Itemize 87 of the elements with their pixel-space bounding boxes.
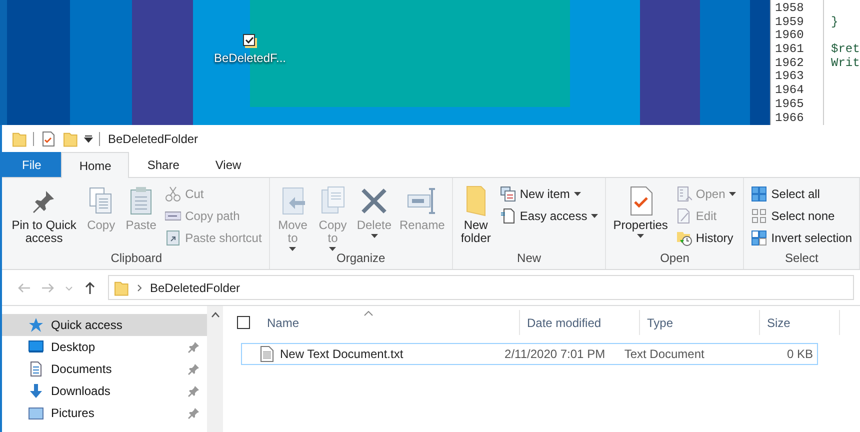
ribbon-button[interactable]: Easy access [496,205,602,227]
nav-item[interactable]: Downloads [2,380,207,402]
line-number: 1960 [775,29,805,44]
group-label: Organize [335,251,386,267]
code-line: $ret [831,43,860,57]
group-label: Select [784,251,820,267]
caret-icon [289,247,296,251]
group-label: New [516,251,542,267]
select-none-icon [751,208,768,224]
sort-caret-icon [364,311,373,316]
document-icon [500,208,516,224]
properties-icon [40,130,56,146]
chevron-icon [65,284,73,292]
picture-icon [28,405,44,421]
monitor-icon [28,339,44,355]
folder-icon [62,130,78,146]
column-header[interactable]: Type [640,310,760,335]
select-all-checkbox[interactable] [237,316,250,329]
line-number: 1963 [775,70,805,84]
folder-icon [11,130,27,146]
star-icon [28,317,44,333]
ribbon-button[interactable]: History [672,227,740,249]
caret-icon [591,214,598,218]
pin-icon [188,364,199,374]
scissors-icon [165,186,182,202]
type-cell-text: Text Document [623,347,706,361]
line-number: 1966 [775,112,805,126]
nav-item[interactable]: Quick access [2,314,207,336]
column-header[interactable]: Size [760,310,840,335]
ribbon-button[interactable]: Select none [748,205,855,227]
ribbon-button[interactable]: New folder [456,181,495,251]
line-number: 1964 [775,84,805,98]
line-number: 1959 [775,16,805,30]
line-number: 1961 [775,43,805,57]
window-title: BeDeletedFolder [108,132,198,146]
ribbon-button[interactable]: Invert selection [748,227,855,249]
caret-icon [574,192,581,196]
group-label: Clipboard [110,251,164,267]
up-arrow-icon [83,280,97,294]
folder-icon [113,280,129,296]
ribbon-button[interactable]: Select all [748,183,855,205]
pin-icon [188,386,199,396]
back-arrow-icon [17,280,31,294]
caret-icon [637,234,644,238]
ribbon-button[interactable]: New item [496,183,602,205]
ribbon-tab[interactable]: File [2,152,62,177]
pin-icon [188,342,199,352]
code-line: Writ [831,56,860,70]
nav-item[interactable]: Pictures [2,402,207,424]
line-number: 1965 [775,98,805,112]
caret-icon [729,192,736,196]
caret-icon [329,247,336,251]
file-name: New Text Document.txt [280,347,404,361]
ribbon-button[interactable]: Pin to Quick access [8,181,80,251]
shortcut-icon [165,230,182,246]
forward-arrow-icon [41,280,55,294]
dropdown-icon [84,134,93,143]
download-arrow-icon [28,383,44,399]
line-number: 1962 [775,56,805,70]
document-icon [28,361,44,377]
open-icon [676,186,692,202]
size-cell-text: 0 KB [786,347,814,361]
group-label: Open [659,251,690,267]
file-row[interactable]: New Text Document.txt 2/11/2020 7:01 PM Text Document 0 KB [241,343,818,365]
scroll-up-icon [210,312,220,318]
address-bar[interactable]: BeDeletedFolder [108,275,854,300]
column-header[interactable]: Name [260,310,520,335]
new-item-icon [500,186,516,202]
column-header[interactable]: Date modified [520,310,640,335]
ribbon-button[interactable]: Properties [610,181,671,251]
invert-selection-icon [751,230,768,246]
chevron-right-icon [137,284,142,292]
pin-icon [188,408,199,418]
caret-icon [370,234,378,238]
edit-icon [676,208,692,224]
select-all-icon [751,186,768,202]
nav-item[interactable]: Desktop [2,336,207,358]
scrollbar[interactable] [207,306,223,432]
date-cell-text: 2/11/2020 7:01 PM [504,347,606,361]
history-icon [676,230,692,246]
text-file-icon [260,346,274,362]
nav-item[interactable]: Documents [2,358,207,380]
line-number: 1958 [775,2,805,16]
path-segment[interactable]: BeDeletedFolder [150,280,240,294]
code-line: } [831,16,840,30]
checkbox-icon [242,33,258,49]
ribbon-tab[interactable]: Home [61,152,130,178]
